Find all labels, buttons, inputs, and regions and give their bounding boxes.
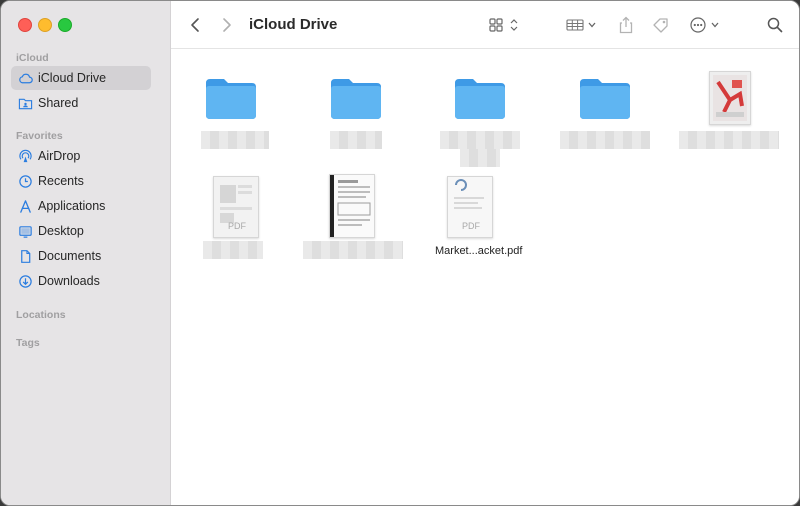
sidebar-item-downloads[interactable]: Downloads (11, 269, 151, 293)
pdf-badge: PDF (228, 221, 246, 231)
document-icon (17, 248, 33, 264)
section-title-icloud: iCloud (16, 52, 49, 64)
more-icon[interactable] (689, 15, 723, 35)
file-name: Market...acket.pdf (435, 245, 523, 257)
desktop-icon (17, 223, 33, 239)
sidebar-item-desktop[interactable]: Desktop (11, 219, 151, 243)
sidebar-item-label: iCloud Drive (38, 71, 107, 85)
zoom-window-button[interactable] (58, 18, 72, 32)
sidebar-item-label: Shared (38, 96, 79, 110)
minimize-window-button[interactable] (38, 18, 52, 32)
file-name-redacted (460, 149, 500, 167)
document-thumbnail (329, 174, 375, 238)
pdf-thumbnail: PDF (447, 176, 493, 238)
sidebar-item-icloud-drive[interactable]: iCloud Drive (11, 66, 151, 90)
file-name-redacted (203, 241, 263, 259)
folder-icon (331, 79, 381, 119)
finder-window: iCloud iCloud Drive Shared Favorites Air… (0, 0, 800, 506)
search-icon[interactable] (766, 15, 784, 35)
airdrop-icon (17, 148, 33, 164)
applications-icon (17, 198, 33, 214)
sidebar-item-applications[interactable]: Applications (11, 194, 151, 218)
shared-folder-icon (17, 95, 33, 111)
sidebar-item-recents[interactable]: Recents (11, 169, 151, 193)
folder-icon (206, 79, 256, 119)
folder-icon (580, 79, 630, 119)
file-name-redacted (201, 131, 269, 149)
forward-icon[interactable] (219, 15, 235, 35)
file-name-redacted (303, 241, 403, 259)
close-window-button[interactable] (18, 18, 32, 32)
clock-icon (17, 173, 33, 189)
group-icon[interactable] (566, 15, 600, 35)
sidebar-item-label: Recents (38, 174, 84, 188)
tag-icon[interactable] (651, 15, 671, 35)
back-icon[interactable] (187, 15, 203, 35)
file-name-redacted (330, 131, 382, 149)
section-title-locations[interactable]: Locations (16, 309, 66, 321)
cloud-icon (17, 70, 33, 86)
section-title-tags[interactable]: Tags (16, 337, 40, 349)
sidebar-item-label: Desktop (38, 224, 84, 238)
sidebar-item-label: AirDrop (38, 149, 81, 163)
sidebar-item-documents[interactable]: Documents (11, 244, 151, 268)
folder-icon (455, 79, 505, 119)
pdf-badge: PDF (462, 221, 480, 231)
file-name-redacted (560, 131, 650, 149)
window-title: iCloud Drive (249, 16, 338, 33)
share-icon[interactable] (617, 15, 635, 35)
toolbar: iCloud Drive (171, 1, 799, 49)
section-title-favorites: Favorites (16, 130, 63, 142)
download-icon (17, 273, 33, 289)
grid-view-icon[interactable] (488, 15, 522, 35)
file-name-redacted (440, 131, 520, 149)
sidebar-item-label: Applications (38, 199, 106, 213)
sidebar-item-label: Downloads (38, 274, 100, 288)
sidebar-item-airdrop[interactable]: AirDrop (11, 144, 151, 168)
file-grid: PDF PDF Market...acket.pdf (171, 49, 799, 505)
image-thumbnail (709, 71, 751, 125)
file-name-redacted (679, 131, 779, 149)
sidebar-item-label: Documents (38, 249, 102, 263)
pdf-thumbnail: PDF (213, 176, 259, 238)
sidebar: iCloud iCloud Drive Shared Favorites Air… (1, 1, 171, 505)
sidebar-item-shared[interactable]: Shared (11, 91, 151, 115)
